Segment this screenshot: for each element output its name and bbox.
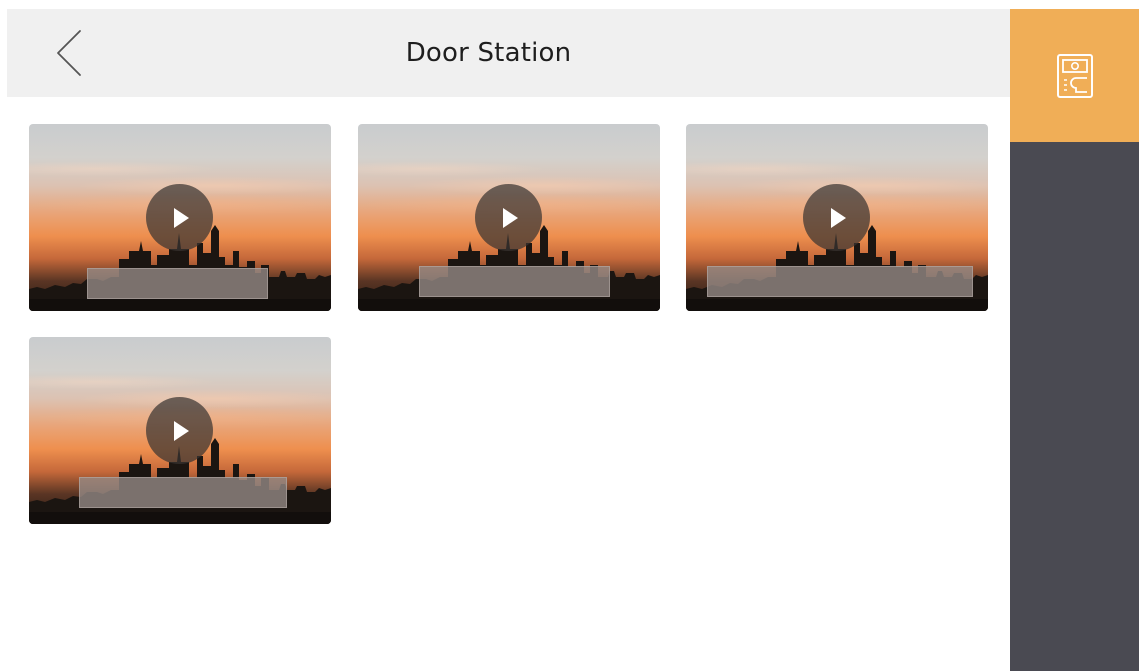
back-button[interactable] bbox=[43, 27, 95, 79]
door-station-icon bbox=[1056, 53, 1093, 98]
play-icon bbox=[502, 207, 518, 228]
video-thumbnail-1[interactable] bbox=[29, 124, 331, 311]
play-button[interactable] bbox=[146, 397, 213, 464]
chevron-left-icon bbox=[57, 30, 81, 76]
header-bar: Door Station bbox=[7, 9, 1010, 97]
play-button[interactable] bbox=[475, 184, 542, 251]
play-icon bbox=[830, 207, 846, 228]
video-caption-bar bbox=[707, 266, 973, 297]
sidebar-tab-door-station[interactable] bbox=[1010, 9, 1139, 142]
video-thumbnail-2[interactable] bbox=[358, 124, 660, 311]
page-title: Door Station bbox=[405, 38, 572, 68]
play-icon bbox=[173, 207, 189, 228]
sidebar bbox=[1010, 9, 1139, 671]
video-caption-bar bbox=[79, 477, 287, 508]
video-grid bbox=[29, 124, 989, 524]
play-icon bbox=[173, 420, 189, 441]
video-caption-bar bbox=[87, 268, 268, 299]
play-button[interactable] bbox=[146, 184, 213, 251]
app-window: Door Station bbox=[0, 0, 1139, 671]
play-button[interactable] bbox=[803, 184, 870, 251]
video-thumbnail-3[interactable] bbox=[686, 124, 988, 311]
video-caption-bar bbox=[419, 266, 610, 297]
video-thumbnail-4[interactable] bbox=[29, 337, 331, 524]
